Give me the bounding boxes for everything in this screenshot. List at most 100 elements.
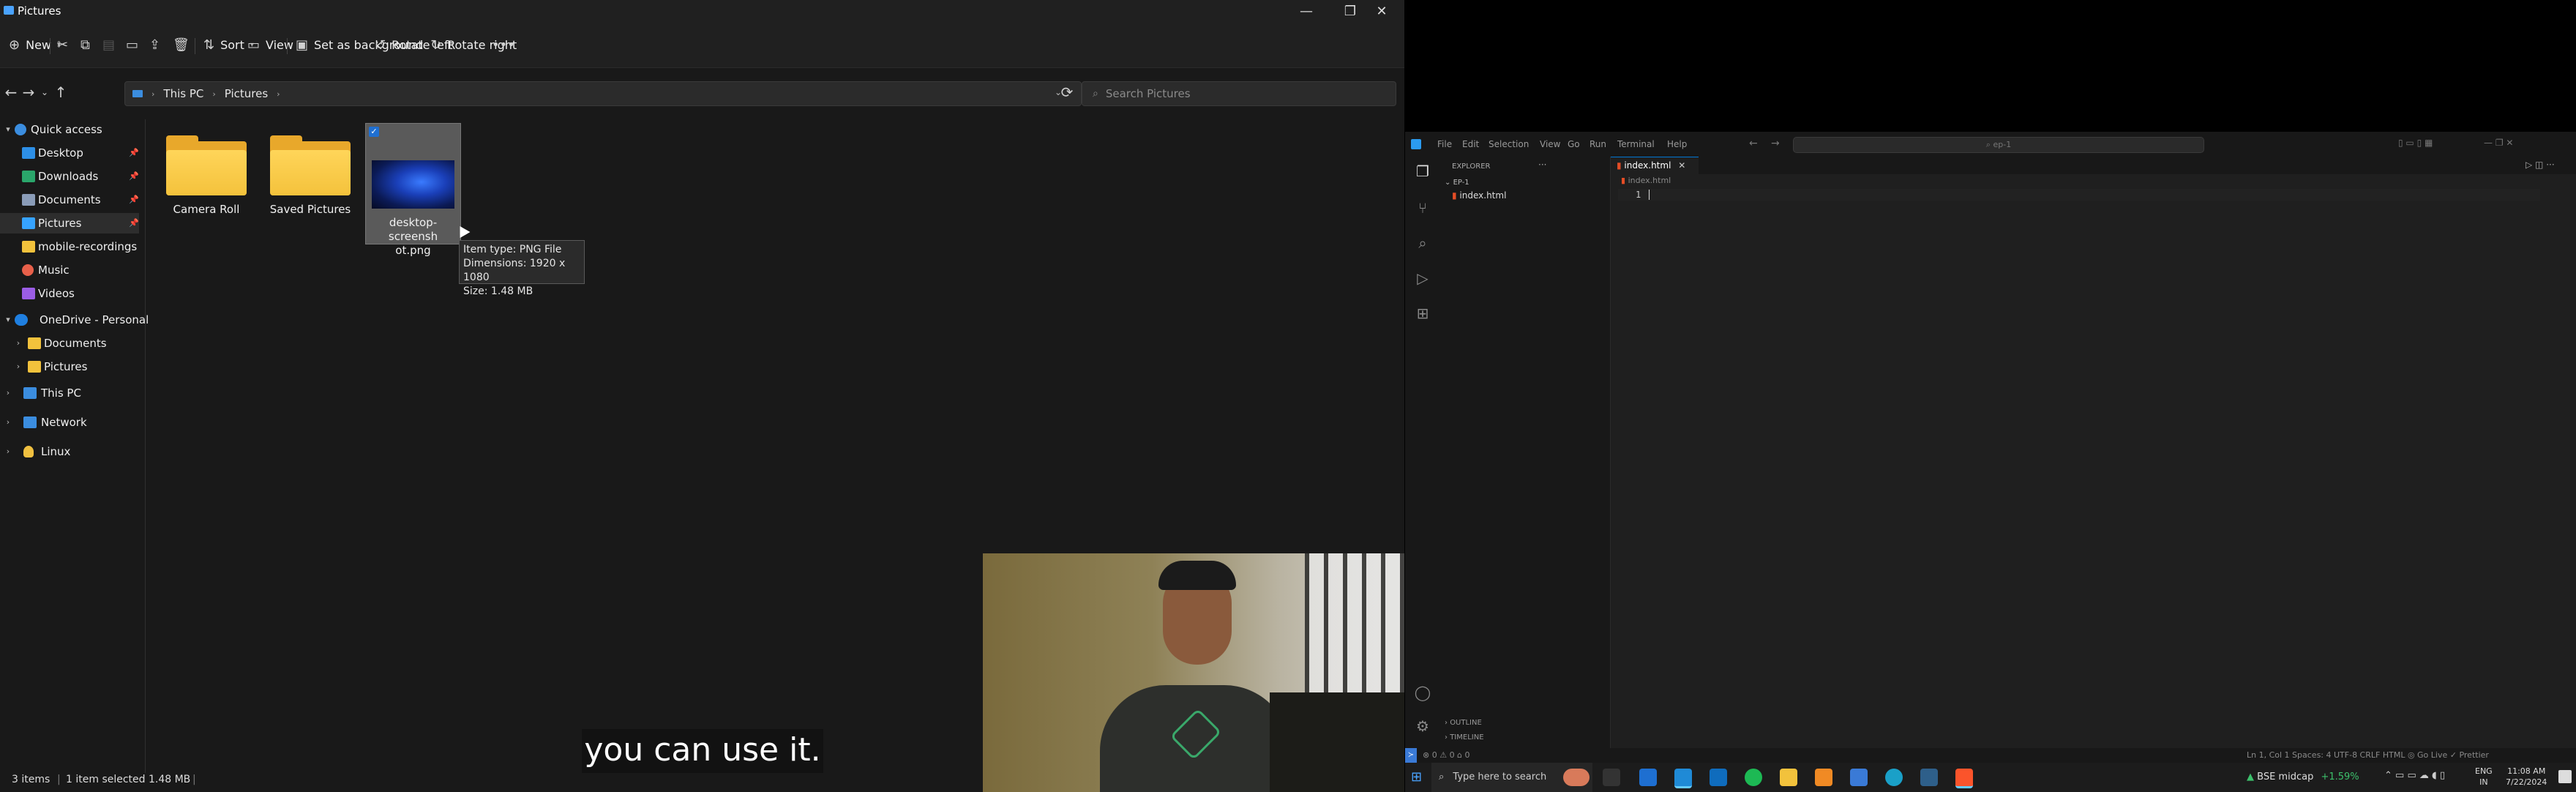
folder-item-saved-pictures[interactable]: Saved Pictures [259, 124, 362, 216]
nav-onedrive-documents[interactable]: › Documents [0, 333, 139, 354]
close-button[interactable]: ✕ [1360, 0, 1404, 23]
nav-quick-access[interactable]: ▾ Quick access [0, 119, 145, 140]
problems-indicator[interactable]: ⊗ 0 ⚠ 0 ⌂ 0 [1423, 750, 1470, 760]
nav-pictures[interactable]: Pictures 📌 [0, 213, 139, 234]
menu-terminal[interactable]: Terminal [1617, 139, 1655, 149]
menu-edit[interactable]: Edit [1462, 139, 1479, 149]
tooltip-size: Size: 1.48 MB [463, 285, 533, 297]
paste-button[interactable]: ▤ [102, 34, 115, 57]
edge-icon[interactable] [1885, 769, 1903, 786]
nav-music[interactable]: Music [0, 260, 139, 280]
address-bar[interactable]: › This PC › Pictures › ⌄ [124, 81, 1082, 106]
nav-onedrive-pictures[interactable]: › Pictures [0, 356, 139, 377]
clock[interactable]: 11:08 AM 7/22/2024 [2506, 766, 2547, 788]
copy-button[interactable]: ⧉ [80, 34, 90, 57]
minimize-button[interactable]: — [1284, 0, 1328, 23]
folder-ep1[interactable]: ⌄ EP-1 [1445, 179, 1469, 187]
view-button[interactable]: ▭ View ▾ [247, 34, 303, 57]
file-item-desktop-screenshot[interactable]: ✓ desktop-screensh ot.png [365, 123, 461, 257]
timeline-section[interactable]: › TIMELINE [1445, 733, 1484, 741]
settings-gear-icon[interactable]: ⚙ [1414, 717, 1431, 735]
more-actions-icon[interactable]: ··· [1538, 160, 1546, 170]
delete-button[interactable]: 🗑 [173, 34, 190, 57]
file-explorer-icon[interactable] [1780, 769, 1797, 786]
downloads-icon [22, 171, 35, 182]
linux-penguin-icon [23, 446, 34, 457]
vscode-taskbar-icon[interactable] [1674, 769, 1692, 788]
refresh-button[interactable]: ⟳ [1056, 81, 1078, 103]
nav-this-pc[interactable]: › This PC [0, 383, 145, 403]
system-tray-icons[interactable]: ⌃ ▭ ▭ ☁ ◖ ▯ [2384, 770, 2445, 781]
folder-icon [270, 135, 351, 195]
explorer-icon[interactable]: ❐ [1414, 162, 1431, 180]
tab-index-html[interactable]: ▮ index.html ✕ [1611, 157, 1699, 175]
nav-network[interactable]: › Network [0, 412, 145, 433]
spotify-icon[interactable] [1745, 769, 1762, 786]
menu-help[interactable]: Help [1667, 139, 1687, 149]
task-view-icon[interactable] [1603, 769, 1620, 786]
photos-icon[interactable] [1920, 769, 1938, 786]
scissors-icon: ✂ [57, 37, 69, 53]
network-icon [23, 416, 37, 428]
nav-back-icon[interactable]: ← [1749, 138, 1758, 149]
stock-widget[interactable]: ▲ BSE midcap +1.59% [2247, 772, 2359, 782]
nav-mobile-recordings[interactable]: mobile-recordings [0, 236, 139, 257]
title-bar: Pictures — ❐ ✕ [0, 0, 1404, 23]
checkbox-checked-icon[interactable]: ✓ [369, 127, 379, 137]
search-icon[interactable]: ⌕ [1414, 234, 1431, 252]
see-more-button[interactable]: ••• [492, 34, 515, 57]
close-icon[interactable]: ✕ [1678, 160, 1685, 171]
menu-run[interactable]: Run [1590, 139, 1606, 149]
menu-selection[interactable]: Selection [1489, 139, 1529, 149]
store-icon[interactable] [1639, 769, 1657, 786]
todo-icon[interactable] [1850, 769, 1868, 786]
nav-label: Videos [38, 287, 75, 300]
source-control-icon[interactable]: ⑂ [1414, 199, 1431, 217]
vscode-window: File Edit Selection View Go Run Terminal… [1405, 132, 2576, 763]
nav-videos[interactable]: Videos [0, 283, 139, 304]
wallpaper-icon: ▣ [296, 37, 309, 53]
up-button[interactable]: ↑ [50, 81, 72, 103]
file-index-html[interactable]: ▮ index.html [1452, 190, 1598, 203]
windows-start-icon[interactable]: ⊞ [1411, 770, 1426, 785]
menu-view[interactable]: View [1540, 139, 1560, 149]
extensions-icon[interactable]: ⊞ [1414, 305, 1431, 322]
notifications-icon[interactable] [2558, 770, 2572, 783]
share-button[interactable]: ⇪ [149, 34, 160, 57]
run-debug-icon[interactable]: ▷ [1414, 269, 1431, 287]
nav-downloads[interactable]: Downloads 📌 [0, 166, 139, 187]
outline-section[interactable]: › OUTLINE [1445, 719, 1482, 727]
nav-forward-icon[interactable]: → [1771, 138, 1780, 149]
view-icon: ▭ [247, 37, 261, 53]
nav-desktop[interactable]: Desktop 📌 [0, 143, 139, 163]
brave-icon[interactable] [1955, 769, 1973, 788]
menu-go[interactable]: Go [1568, 139, 1580, 149]
nav-linux[interactable]: › Linux [0, 441, 145, 462]
search-box[interactable]: ⌕ Search Pictures [1082, 81, 1396, 106]
cut-button[interactable]: ✂ [57, 34, 68, 57]
breadcrumb[interactable]: ▮ index.html [1621, 176, 1671, 185]
new-button[interactable]: ⊕ New ▾ [9, 34, 61, 57]
remote-icon[interactable]: ≻ [1405, 748, 1417, 763]
command-center-search[interactable]: ⌕ ep-1 [1793, 137, 2204, 153]
nav-onedrive[interactable]: ▾ OneDrive - Personal [0, 310, 149, 330]
share-icon: ⇪ [149, 37, 161, 53]
chevron-right-icon: › [6, 388, 10, 397]
taskbar-search[interactable]: ⌕ Type here to search [1431, 763, 1592, 792]
folder-item-camera-roll[interactable]: Camera Roll [155, 124, 258, 216]
menu-file[interactable]: File [1437, 139, 1452, 149]
window-controls[interactable]: — ❐ ✕ [2484, 138, 2513, 148]
breadcrumb-pictures[interactable]: Pictures [225, 87, 268, 100]
mail-icon[interactable] [1710, 769, 1727, 786]
vlc-icon[interactable] [1815, 769, 1832, 786]
status-right-items[interactable]: Ln 1, Col 1 Spaces: 4 UTF-8 CRLF HTML ◎ … [2247, 750, 2489, 760]
run-icon[interactable]: ▷ ◫ ··· [2526, 160, 2555, 170]
breadcrumb-this-pc[interactable]: This PC [163, 87, 203, 100]
account-icon[interactable]: ◯ [1414, 684, 1431, 701]
sort-button[interactable]: ⇅ Sort ▾ [203, 34, 254, 57]
language-indicator[interactable]: ENG IN [2475, 766, 2493, 788]
editor-area[interactable]: ▮ index.html 1 [1611, 174, 2576, 748]
layout-icons[interactable]: ▯ ▭ ▯ ▦ [2398, 138, 2433, 148]
nav-documents[interactable]: Documents 📌 [0, 190, 139, 210]
rename-button[interactable]: ▭ [126, 34, 138, 57]
